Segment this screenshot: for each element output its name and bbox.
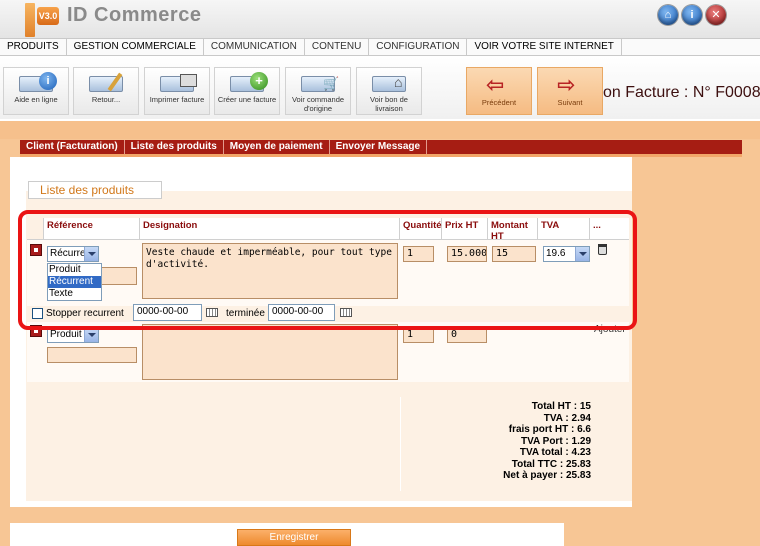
highlight-frame <box>18 210 637 330</box>
monitor-house-icon: ⌂ <box>370 72 410 94</box>
tab-envoyer-message[interactable]: Envoyer Message <box>330 140 428 154</box>
view-order-label: Voir commande d'origine <box>291 95 345 113</box>
print-invoice-button[interactable]: Imprimer facture <box>144 67 210 115</box>
new-designation-textarea[interactable] <box>142 324 398 380</box>
home-icon[interactable]: ⌂ <box>658 5 678 25</box>
arrow-right-icon: ⇨ <box>557 72 576 97</box>
content-top-band <box>0 121 760 139</box>
view-delivery-button[interactable]: ⌂ Voir bon de livraison <box>356 67 422 115</box>
page-title: on Facture : N° F0008 <box>603 84 760 101</box>
view-delivery-label: Voir bon de livraison <box>370 95 408 113</box>
help-button-label: Aide en ligne <box>14 95 58 104</box>
main-menu: PRODUITS GESTION COMMERCIALE COMMUNICATI… <box>0 38 760 56</box>
shipping-tva: TVA Port : 1.29 <box>520 435 591 447</box>
monitor-printer-icon <box>158 72 198 94</box>
totals-block: Total HT : 15 TVA : 2.94 frais port HT :… <box>403 401 591 482</box>
menu-item-contenu[interactable]: CONTENU <box>305 39 370 55</box>
monitor-info-icon: i <box>17 72 57 94</box>
view-order-button[interactable]: 🛒 Voir commande d'origine <box>285 67 351 115</box>
create-invoice-label: Créer une facture <box>217 95 277 104</box>
menu-item-voir-site[interactable]: VOIR VOTRE SITE INTERNET <box>467 39 622 55</box>
tab-moyen-paiement[interactable]: Moyen de paiement <box>224 140 330 154</box>
tab-liste-produits[interactable]: Liste des produits <box>125 140 224 154</box>
monitor-plus-icon: + <box>228 72 268 94</box>
menu-item-gestion-commerciale[interactable]: GESTION COMMERCIALE <box>67 39 204 55</box>
next-button-label: Suivant <box>557 98 583 107</box>
app-title: ID Commerce <box>67 4 202 26</box>
save-button[interactable]: Enregistrer <box>237 529 351 546</box>
previous-button[interactable]: ⇦ Précédent <box>466 67 532 115</box>
tab-client-facturation[interactable]: Client (Facturation) <box>20 140 125 154</box>
back-button[interactable]: Retour... <box>73 67 139 115</box>
total-ttc: Total TTC : 25.83 <box>511 458 591 470</box>
menu-item-produits[interactable]: PRODUITS <box>0 39 67 55</box>
next-button[interactable]: ⇨ Suivant <box>537 67 603 115</box>
print-invoice-label: Imprimer facture <box>149 95 205 104</box>
shipping-ht: frais port HT : 6.6 <box>508 424 591 435</box>
net-to-pay: Net à payer : 25.83 <box>503 470 591 481</box>
total-ht: Total HT : 15 <box>531 401 591 412</box>
back-button-label: Retour... <box>91 95 121 104</box>
tab-bar: Client (Facturation) Liste des produits … <box>20 140 742 154</box>
menu-item-configuration[interactable]: CONFIGURATION <box>369 39 468 55</box>
section-title: Liste des produits <box>28 181 162 199</box>
monitor-pencil-icon <box>87 72 127 94</box>
logo-version-badge: V3.0 <box>37 7 59 25</box>
tva-total: TVA total : 4.23 <box>519 447 591 458</box>
totals-separator <box>400 397 401 491</box>
chevron-down-icon[interactable] <box>84 328 98 342</box>
new-row-type-select-value: Produit <box>50 329 82 340</box>
new-reference-input[interactable] <box>47 347 137 363</box>
logo-bar <box>25 3 35 37</box>
arrow-left-icon: ⇦ <box>486 72 505 97</box>
close-icon[interactable]: ✕ <box>706 5 726 25</box>
previous-button-label: Précédent <box>481 98 517 107</box>
app-header: V3.0 ID Commerce ⌂ i ✕ <box>0 0 760 38</box>
info-icon[interactable]: i <box>682 5 702 25</box>
help-button[interactable]: i Aide en ligne <box>3 67 69 115</box>
total-tva: TVA : 2.94 <box>543 412 591 424</box>
create-invoice-button[interactable]: + Créer une facture <box>214 67 280 115</box>
header-icons: ⌂ i ✕ <box>658 5 726 25</box>
app-logo: V3.0 <box>25 3 63 37</box>
monitor-cart-icon: 🛒 <box>299 72 339 94</box>
menu-item-communication[interactable]: COMMUNICATION <box>204 39 305 55</box>
